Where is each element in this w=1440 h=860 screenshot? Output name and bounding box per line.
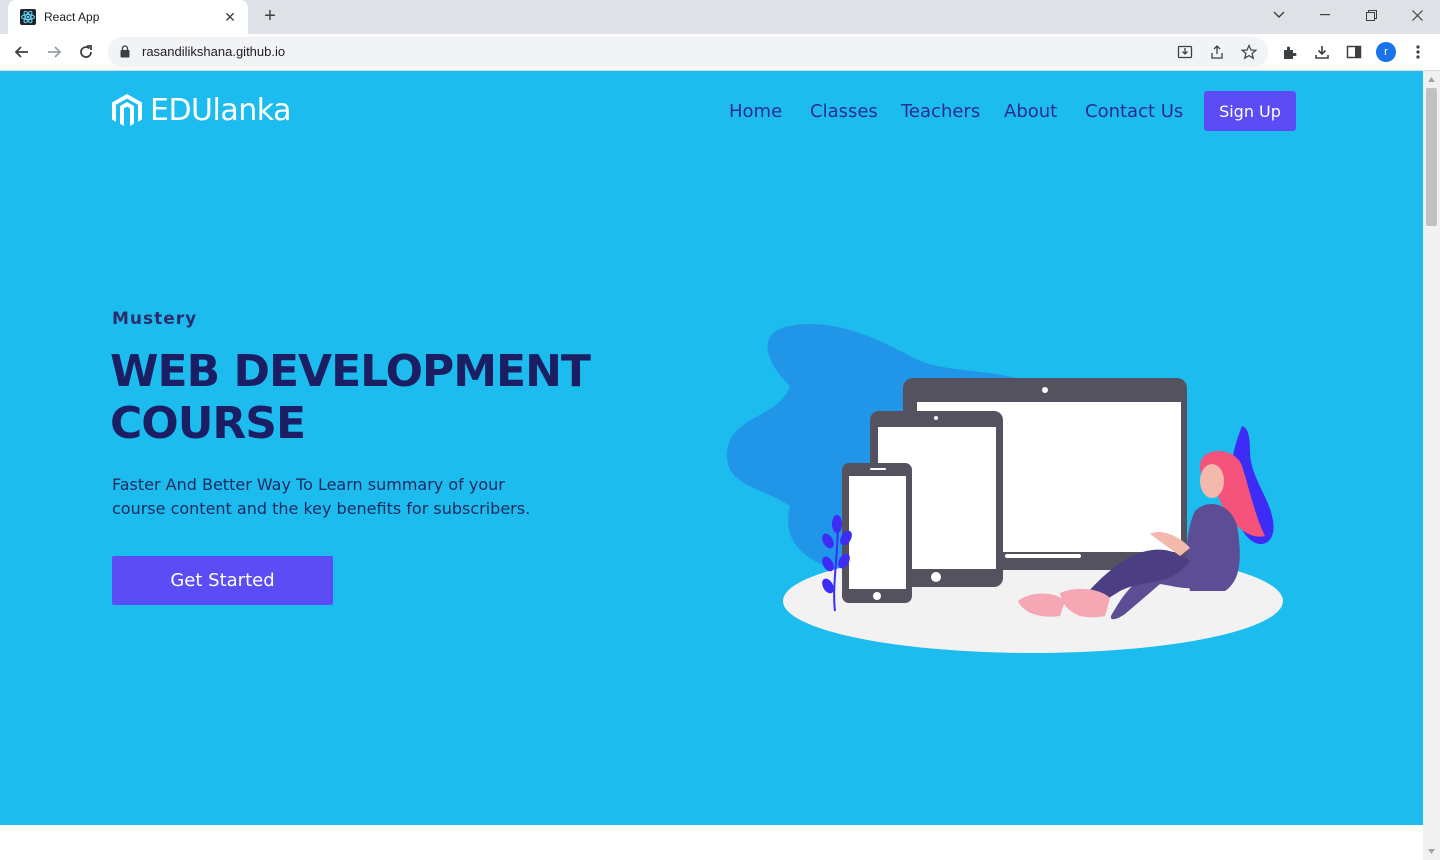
browser-tabstrip: React App ✕ + — [0, 0, 1440, 34]
forward-icon[interactable] — [40, 38, 68, 66]
tab-search-icon[interactable] — [1256, 0, 1302, 30]
extensions-icon[interactable] — [1280, 42, 1300, 62]
nav-teachers[interactable]: Teachers — [901, 101, 980, 122]
nav-home[interactable]: Home — [729, 101, 782, 122]
sign-up-button[interactable]: Sign Up — [1204, 91, 1296, 131]
page-viewport: EDUlanka Home Classes Teachers About Con… — [0, 71, 1423, 860]
hero-kicker: Mustery — [112, 309, 198, 329]
nav-about[interactable]: About — [1004, 101, 1057, 122]
hero-headline: WEB DEVELOPMENT COURSE — [110, 346, 591, 449]
phone-screen — [849, 476, 906, 589]
magento-logo-icon — [112, 93, 142, 126]
nav-contact-us[interactable]: Contact Us — [1085, 101, 1183, 122]
address-bar[interactable]: rasandilikshana.github.io — [108, 37, 1268, 67]
site-logo[interactable]: EDUlanka — [112, 93, 291, 128]
kebab-menu-icon[interactable] — [1408, 42, 1428, 62]
hero-section: EDUlanka Home Classes Teachers About Con… — [0, 71, 1423, 825]
url-text: rasandilikshana.github.io — [142, 44, 286, 59]
install-app-icon[interactable] — [1176, 43, 1194, 61]
scroll-down-icon[interactable] — [1423, 843, 1440, 860]
bookmark-star-icon[interactable] — [1240, 43, 1258, 61]
tab-title: React App — [44, 10, 100, 24]
new-tab-button[interactable]: + — [258, 5, 282, 29]
close-window-icon[interactable] — [1394, 0, 1440, 30]
hero-description: Faster And Better Way To Learn summary o… — [112, 475, 531, 518]
nav-classes[interactable]: Classes — [810, 101, 878, 122]
minimize-icon[interactable] — [1302, 0, 1348, 30]
browser-tab[interactable]: React App ✕ — [8, 0, 248, 34]
side-panel-icon[interactable] — [1344, 42, 1364, 62]
reload-icon[interactable] — [72, 38, 100, 66]
scroll-up-icon[interactable] — [1423, 71, 1440, 88]
devices-illustration — [726, 324, 1283, 653]
lock-icon — [120, 45, 130, 58]
close-tab-icon[interactable]: ✕ — [222, 9, 238, 25]
share-icon[interactable] — [1208, 43, 1226, 61]
page-scrollbar[interactable] — [1423, 71, 1440, 860]
scroll-thumb[interactable] — [1426, 88, 1437, 226]
downloads-icon[interactable] — [1312, 42, 1332, 62]
profile-avatar[interactable]: r — [1376, 42, 1396, 62]
restore-icon[interactable] — [1348, 0, 1394, 30]
back-icon[interactable] — [8, 38, 36, 66]
react-icon — [20, 9, 36, 25]
get-started-button[interactable]: Get Started — [112, 556, 333, 605]
browser-toolbar: rasandilikshana.github.io r — [0, 34, 1440, 71]
logo-text: EDUlanka — [150, 93, 291, 128]
